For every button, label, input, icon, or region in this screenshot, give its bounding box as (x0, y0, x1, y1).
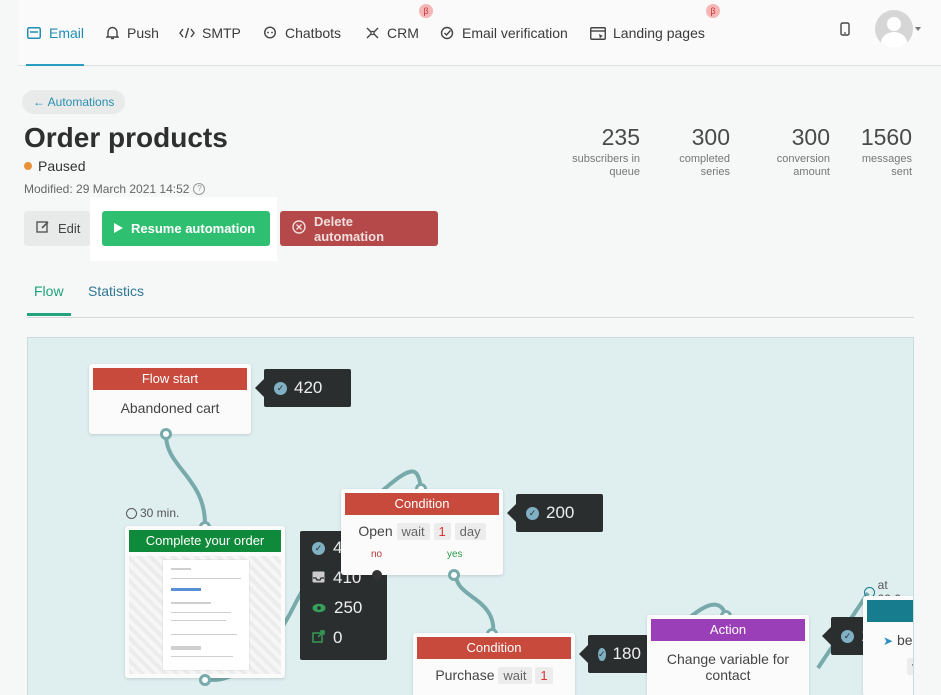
avatar[interactable] (875, 10, 913, 48)
node-output-port[interactable] (199, 674, 211, 686)
node-flow-start[interactable]: Flow start Abandoned cart (89, 364, 251, 434)
tab-flow[interactable]: Flow (27, 283, 71, 316)
delete-automation-button[interactable]: Delete automation (280, 211, 438, 246)
tab-email-verification[interactable]: Email verification (439, 0, 568, 66)
check-icon: ✓ (841, 629, 854, 643)
check-icon: ✓ (526, 506, 539, 520)
no-branch-label: no (371, 549, 383, 560)
tab-statistics[interactable]: Statistics (88, 283, 144, 299)
clicked-stat: 0 (300, 623, 387, 653)
check-icon: ✓ (312, 541, 325, 555)
tab-chatbots[interactable]: Chatbots (262, 0, 341, 66)
tab-landing-pages[interactable]: Landing pages β (590, 0, 720, 66)
help-icon[interactable]: ? (193, 183, 206, 195)
landing-icon (590, 25, 606, 41)
paused-dot-icon (24, 162, 32, 170)
stat-conversion-amount: 300 conversion amount (776, 124, 830, 178)
back-to-automations-link[interactable]: ← Automations (22, 90, 126, 114)
play-icon (114, 221, 123, 236)
top-nav: Email Push SMTP Chatbots CRM β Email ver… (18, 0, 941, 66)
condition-purchase-counter: ✓ 180 (579, 635, 648, 673)
eye-icon (312, 598, 326, 618)
landing-beta-badge: β (706, 4, 720, 18)
opened-stat: 250 (300, 593, 387, 623)
node-condition-open[interactable]: Condition Open wait 1 day (341, 489, 503, 575)
flow-canvas[interactable]: Flow start Abandoned cart ✓ 420 30 min. … (27, 337, 914, 695)
crm-icon (364, 25, 380, 41)
edit-icon (36, 220, 50, 237)
yes-branch-label: yes (447, 549, 463, 560)
bell-icon (104, 25, 120, 41)
yes-output-port[interactable] (448, 569, 460, 581)
check-icon: ✓ (598, 647, 606, 661)
crm-beta-badge: β (419, 4, 433, 18)
flow-start-counter: ✓ 420 (255, 369, 351, 407)
mobile-icon[interactable] (840, 22, 850, 41)
node-output-port[interactable] (160, 428, 172, 440)
stat-messages-sent: 1560 messages sent (860, 124, 912, 178)
check-circle-icon (439, 25, 455, 41)
code-icon (179, 25, 195, 41)
stat-completed-series: 300 completed series (679, 124, 730, 178)
node-email[interactable]: Complete your order (125, 526, 285, 678)
email-delay: 30 min. (126, 506, 179, 520)
resume-automation-button[interactable]: Resume automation (102, 211, 270, 246)
email-thumbnail (129, 556, 281, 674)
status-indicator: Paused (24, 158, 85, 174)
modified-date: Modified: 29 March 2021 14:52 ? (24, 182, 206, 196)
envelope-icon (26, 25, 42, 41)
chat-icon (262, 25, 278, 41)
tab-push[interactable]: Push (104, 0, 159, 66)
page-title: Order products (24, 122, 228, 153)
external-link-icon (312, 628, 325, 648)
tab-crm[interactable]: CRM β (364, 0, 433, 66)
stat-subscribers-in-queue: 235 subscribers in queue (572, 124, 640, 178)
node-action[interactable]: Action Change variable for contact (647, 615, 809, 695)
tab-smtp[interactable]: SMTP (179, 0, 241, 66)
close-circle-icon (292, 220, 306, 237)
no-output-port[interactable] (372, 570, 382, 580)
telegram-icon: ➤ (883, 634, 894, 648)
node-next[interactable]: ➤ be v (863, 596, 913, 695)
clock-icon (126, 507, 137, 519)
check-icon: ✓ (274, 381, 287, 395)
chevron-down-icon[interactable] (915, 27, 921, 31)
edit-button[interactable]: Edit (24, 211, 90, 246)
tab-email[interactable]: Email (26, 0, 85, 66)
condition-open-counter: ✓ 200 (507, 494, 603, 532)
view-tabs: Flow Statistics (27, 280, 914, 318)
node-condition-purchase[interactable]: Condition Purchase wait 1 (413, 633, 575, 695)
inbox-icon (312, 568, 325, 588)
